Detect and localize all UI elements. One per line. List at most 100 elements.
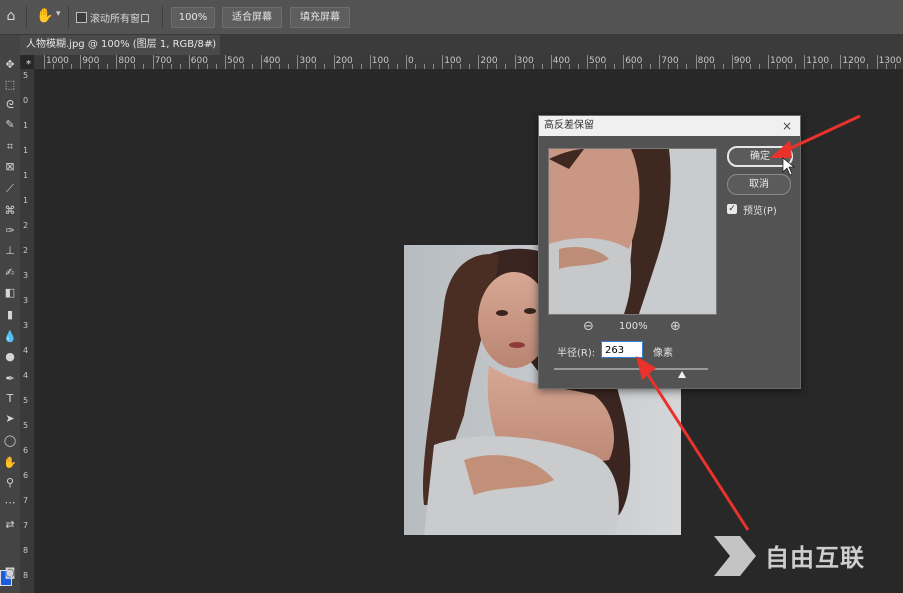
ruler-tick-label: 6 [23, 446, 29, 455]
hand-tool-icon[interactable]: ✋ [36, 8, 53, 24]
ruler-minor-tick [749, 64, 751, 69]
ruler-tick-label: 100 [371, 56, 389, 66]
eraser-tool-icon[interactable]: ◧ [2, 285, 18, 301]
ruler-tick-label: 500 [227, 56, 245, 66]
divider [162, 6, 163, 28]
ruler-minor-tick [324, 64, 326, 69]
scroll-all-windows-checkbox[interactable] [76, 12, 87, 23]
ruler-tick-label: 1100 [806, 56, 830, 66]
document-tab[interactable]: 人物模糊.jpg @ 100% (图层 1, RGB/8#) * × [20, 35, 220, 70]
frame-tool-icon[interactable]: ⊠ [2, 159, 18, 175]
ruler-tick [442, 55, 444, 69]
ruler-tick-label: 5 [23, 396, 29, 405]
ruler-tick-label: 400 [552, 56, 570, 66]
history-brush-tool-icon[interactable]: ✍ [2, 265, 18, 281]
ruler-tick-label: 2 [23, 246, 29, 255]
path-select-tool-icon[interactable]: ➤ [2, 411, 18, 427]
ruler-tick-label: 2 [23, 221, 29, 230]
gradient-tool-icon[interactable]: ▮ [2, 307, 18, 323]
ok-button[interactable]: 确定 [727, 146, 793, 167]
ruler-minor-tick [134, 64, 136, 69]
ruler-tick-label: 1000 [46, 56, 69, 66]
fit-screen-button[interactable]: 适合屏幕 [222, 7, 282, 28]
close-icon[interactable]: × [782, 116, 792, 136]
ruler-tick-label: 300 [516, 56, 534, 66]
divider [68, 6, 69, 28]
ruler-minor-tick [360, 64, 362, 69]
blur-tool-icon[interactable]: 💧 [2, 329, 18, 345]
zoom-100-button[interactable]: 100% [171, 7, 215, 28]
ruler-tick [695, 55, 697, 69]
ruler-minor-tick [614, 64, 615, 69]
ruler-tick [659, 55, 661, 69]
hand-tool-icon[interactable]: ✋ [2, 455, 18, 471]
cancel-button[interactable]: 取消 [727, 174, 791, 195]
ruler-tick-label: 4 [23, 346, 29, 355]
pen-tool-icon[interactable]: ✒ [2, 371, 18, 387]
ruler-minor-tick [396, 64, 398, 69]
ruler-tick-label: 500 [589, 56, 607, 66]
zoom-tool-icon[interactable]: ⚲ [2, 475, 18, 491]
lasso-tool-icon[interactable]: ᘓ [2, 97, 18, 113]
dialog-title-bar[interactable]: 高反差保留 × [539, 116, 800, 136]
preview-checkbox[interactable]: ✓ [727, 204, 737, 214]
ruler-minor-tick [378, 64, 380, 69]
shape-tool-icon[interactable]: ◯ [2, 433, 18, 449]
ruler-minor-tick [306, 64, 308, 69]
ruler-minor-tick [197, 64, 199, 69]
ruler-minor-tick [541, 64, 543, 69]
vertical-ruler[interactable]: 5 0 1 1 1 1 2 2 3 3 3 4 4 5 5 6 6 7 7 8 8 [20, 69, 35, 593]
ruler-tick-label: 1200 [842, 56, 866, 66]
ruler-tick [876, 55, 878, 69]
ruler-tick [80, 55, 82, 69]
dodge-tool-icon[interactable]: ● [2, 349, 18, 365]
ruler-tick-label: 0 [408, 56, 414, 66]
filter-preview[interactable] [548, 148, 717, 315]
move-tool-icon[interactable]: ✥ [2, 57, 18, 73]
type-tool-icon[interactable]: T [2, 391, 18, 407]
ruler-minor-tick [107, 64, 109, 69]
dialog-title: 高反差保留 [544, 120, 594, 131]
quick-mask-icon[interactable]: ◙ [2, 565, 18, 581]
radius-slider[interactable] [554, 368, 708, 370]
ruler-minor-tick [523, 64, 525, 69]
ruler-minor-tick [559, 64, 561, 69]
ruler-minor-tick [161, 64, 163, 69]
ruler-minor-tick [596, 64, 597, 69]
close-tab-icon[interactable]: × [206, 35, 214, 55]
ruler-tick-label: 7 [23, 521, 29, 530]
more-tools-icon[interactable]: ⋯ [2, 495, 18, 511]
chevron-down-icon[interactable]: ▾ [56, 9, 61, 19]
ruler-tick [478, 55, 480, 69]
zoom-out-icon[interactable]: ⊖ [583, 319, 594, 334]
brush-tool-icon[interactable]: ✑ [2, 223, 18, 239]
healing-tool-icon[interactable]: ⌘ [2, 203, 18, 219]
clone-stamp-tool-icon[interactable]: ⊥ [2, 243, 18, 259]
ruler-minor-tick [243, 64, 244, 69]
fill-screen-button[interactable]: 填充屏幕 [290, 7, 350, 28]
ruler-tick-label: 1300 [878, 56, 902, 66]
ruler-tick [623, 55, 625, 69]
options-bar: ⌂ ✋ ▾ 滚动所有窗口 100% 适合屏幕 填充屏幕 [0, 0, 903, 35]
ruler-tick-label: 100 [444, 56, 462, 66]
marquee-tool-icon[interactable]: ⬚ [2, 77, 18, 93]
ruler-minor-tick [505, 64, 507, 69]
horizontal-ruler[interactable]: 1000 900 800 700 600 500 400 300 200 100 0 100 200 30… [34, 55, 903, 70]
ruler-minor-tick [179, 64, 181, 69]
radius-slider-thumb[interactable] [678, 371, 686, 378]
ruler-minor-tick [270, 64, 272, 69]
radius-unit: 像素 [653, 348, 673, 359]
home-icon[interactable]: ⌂ [3, 8, 19, 24]
divider [26, 6, 27, 28]
eyedropper-tool-icon[interactable]: ⟋ [2, 181, 18, 197]
ruler-tick [406, 55, 407, 69]
ruler-tick-label: 1 [23, 171, 29, 180]
ruler-tick-label: 8 [23, 546, 29, 555]
crop-tool-icon[interactable]: ⌗ [2, 139, 18, 155]
radius-input[interactable]: 263 [601, 341, 643, 358]
ruler-minor-tick [867, 64, 869, 69]
swap-colors-icon[interactable]: ⇄ [2, 517, 18, 533]
zoom-in-icon[interactable]: ⊕ [670, 319, 681, 334]
ruler-minor-tick [125, 64, 127, 69]
quick-select-tool-icon[interactable]: ✎ [2, 117, 18, 133]
